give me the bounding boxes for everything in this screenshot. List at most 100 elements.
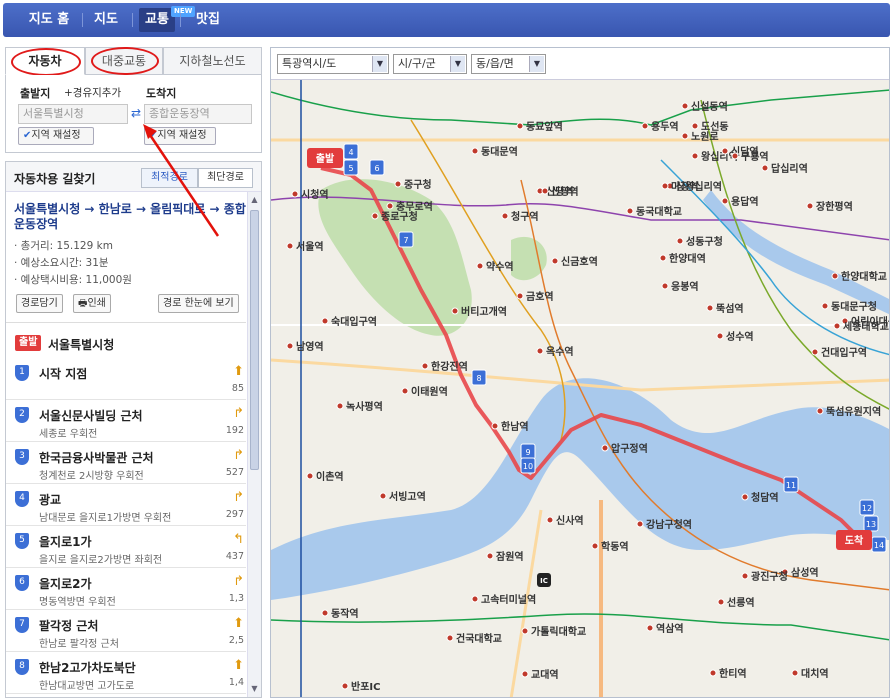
station-marker-icon[interactable] [833,322,841,330]
station-marker-icon[interactable] [451,307,459,315]
route-number-marker[interactable]: 6 [369,159,385,176]
scroll-up-icon[interactable]: ▲ [249,194,260,206]
route-number-marker[interactable]: 14 [871,536,887,553]
route-number-marker[interactable]: 10 [520,457,536,474]
neighborhood-select[interactable]: 동/읍/면 ▼ [471,54,546,74]
station-marker-icon[interactable] [321,609,329,617]
tab-public-transport[interactable]: 대중교통 [85,47,163,75]
station-marker-icon[interactable] [636,520,644,528]
station-marker-icon[interactable] [811,348,819,356]
route-number-marker[interactable]: 8 [471,369,487,386]
scroll-down-icon[interactable]: ▼ [249,683,260,695]
station-marker-icon[interactable] [681,132,689,140]
tab-subway-map[interactable]: 지하철노선도 [163,47,262,75]
station-marker-icon[interactable] [681,102,689,110]
nav-item-food[interactable]: 맛집 [187,3,229,37]
station-marker-icon[interactable] [641,122,649,130]
station-marker-icon[interactable] [646,624,654,632]
station-marker-icon[interactable] [717,598,725,606]
route-step-item[interactable]: 7 팔각정 근처 한남로 팔각정 근처 ⬆ 2,5 [6,611,246,652]
station-marker-icon[interactable] [401,387,409,395]
station-marker-icon[interactable] [691,152,699,160]
station-marker-icon[interactable] [286,342,294,350]
station-marker-icon[interactable] [491,422,499,430]
station-marker-icon[interactable] [521,670,529,678]
station-marker-icon[interactable] [731,152,739,160]
station-marker-icon[interactable] [816,407,824,415]
route-step-item[interactable]: 3 한국금융사박물관 근처 청계천로 2시방향 우회전 ↱ 527 [6,443,246,484]
route-number-marker[interactable]: 4 [343,143,359,160]
route-number-marker[interactable]: 5 [343,159,359,176]
route-number-marker[interactable]: 13 [863,515,879,532]
station-marker-icon[interactable] [676,237,684,245]
swap-icon[interactable]: ⇄ [131,106,141,120]
station-marker-icon[interactable] [601,444,609,452]
route-number-marker[interactable]: 12 [859,499,875,516]
station-marker-icon[interactable] [661,182,669,190]
station-marker-icon[interactable] [516,292,524,300]
route-step-item[interactable]: 4 광교 남대문로 을지로1가방면 우회전 ↱ 297 [6,485,246,526]
sort-shortest-button[interactable]: 최단경로 [198,168,253,188]
station-marker-icon[interactable] [741,493,749,501]
station-marker-icon[interactable] [591,542,599,550]
station-marker-icon[interactable] [341,682,349,690]
station-marker-icon[interactable] [716,332,724,340]
station-marker-icon[interactable] [386,202,394,210]
station-marker-icon[interactable] [626,207,634,215]
chevron-down-icon[interactable]: ▼ [450,56,465,72]
nav-item-map[interactable]: 지도 [86,3,126,37]
station-marker-icon[interactable] [706,304,714,312]
route-step-item[interactable]: 2 서울신문사빌딩 근처 세종로 우회전 ↱ 192 [6,401,246,442]
route-number-marker[interactable]: 9 [520,443,536,460]
station-marker-icon[interactable] [821,302,829,310]
station-marker-icon[interactable] [521,627,529,635]
nav-item-map-home[interactable]: 지도 홈 [18,3,80,37]
station-marker-icon[interactable] [371,212,379,220]
province-select[interactable]: 특광역시/도 ▼ [277,54,389,74]
station-marker-icon[interactable] [546,516,554,524]
chevron-down-icon[interactable]: ▼ [372,56,387,72]
station-marker-icon[interactable] [709,669,717,677]
station-marker-icon[interactable] [501,212,509,220]
station-marker-icon[interactable] [831,272,839,280]
route-step-item[interactable]: 1 시작 지점 ⬆ 85 [6,359,246,400]
station-marker-icon[interactable] [471,147,479,155]
station-marker-icon[interactable] [721,147,729,155]
route-step-item[interactable]: 6 을지로2가 명동역방면 우회전 ↱ 1,3 [6,569,246,610]
sort-optimal-button[interactable]: 최적경로 [141,168,198,188]
station-marker-icon[interactable] [659,254,667,262]
station-marker-icon[interactable] [536,347,544,355]
station-marker-icon[interactable] [306,472,314,480]
station-marker-icon[interactable] [486,552,494,560]
station-marker-icon[interactable] [551,257,559,265]
station-marker-icon[interactable] [761,164,769,172]
route-number-marker[interactable]: 11 [783,476,799,493]
station-marker-icon[interactable] [661,282,669,290]
station-marker-icon[interactable] [394,180,402,188]
station-marker-icon[interactable] [721,197,729,205]
station-marker-icon[interactable] [336,402,344,410]
nav-item-traffic[interactable]: 교통 [139,8,175,32]
print-button[interactable]: 🖶인쇄 [73,294,111,313]
destination-field[interactable]: 종합운동장역 [144,104,252,124]
origin-field[interactable]: 서울특별시청 [18,104,128,124]
station-marker-icon[interactable] [806,202,814,210]
station-marker-icon[interactable] [476,262,484,270]
station-marker-icon[interactable] [516,122,524,130]
add-waypoint-link[interactable]: +경유지추가 [64,85,121,100]
station-marker-icon[interactable] [446,634,454,642]
map-canvas[interactable]: 4 5 6 7 8 9 10 11 12 13 14 출발 도착 IC 동묘앞역동대문역신당역청구역… [271,80,890,698]
station-marker-icon[interactable] [286,242,294,250]
map-panel[interactable]: 특광역시/도 ▼ 시/구/군 ▼ 동/읍/면 ▼ 45678 9 10 11 1… [270,47,890,698]
station-marker-icon[interactable] [791,669,799,677]
station-marker-icon[interactable] [379,492,387,500]
reset-origin-button[interactable]: ✔지역 재설정 [18,127,94,145]
save-route-button[interactable]: 경로담기 [16,294,63,313]
station-marker-icon[interactable] [321,317,329,325]
tab-car[interactable]: 자동차 [5,47,85,75]
district-select[interactable]: 시/구/군 ▼ [393,54,467,74]
route-scrollbar[interactable]: ▲ ▼ [247,192,261,697]
route-step-item[interactable]: 5 을지로1가 을지로 을지로2가방면 좌회전 ↰ 437 [6,527,246,568]
chevron-down-icon[interactable]: ▼ [529,56,544,72]
route-step-item[interactable]: 8 한남2고가차도북단 한남대교방면 고가도로 ⬆ 1,4 [6,653,246,694]
